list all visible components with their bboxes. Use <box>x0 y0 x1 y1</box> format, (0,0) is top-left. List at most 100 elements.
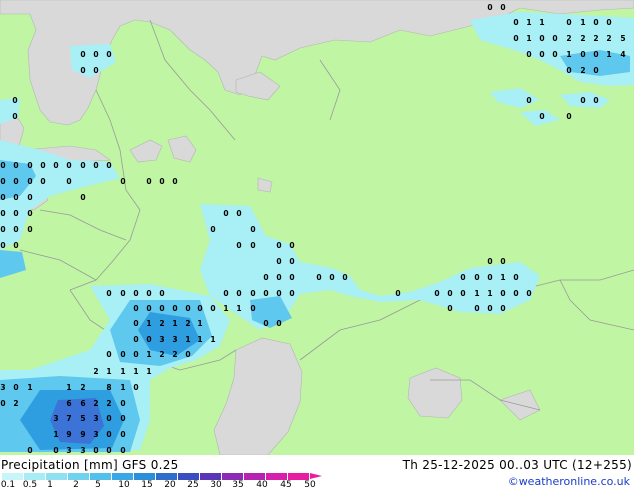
value-marker: 0 <box>223 209 228 218</box>
value-marker: 0 <box>0 209 5 218</box>
value-marker: 0 <box>80 66 85 75</box>
value-marker: 0 <box>146 177 151 186</box>
scale-tick-label: 15 <box>141 480 153 490</box>
value-marker: 0 <box>12 96 17 105</box>
scale-tick-label: 20 <box>164 480 176 490</box>
scale-tick-label: 1 <box>47 480 53 490</box>
value-marker: 0 <box>460 273 465 282</box>
value-marker: 0 <box>40 161 45 170</box>
value-marker: 0 <box>513 289 518 298</box>
value-marker: 0 <box>460 289 465 298</box>
value-marker: 0 <box>500 289 505 298</box>
scale-tick-label: 45 <box>280 480 292 490</box>
value-marker: 0 <box>539 50 544 59</box>
scale-swatch <box>244 473 266 480</box>
value-marker: 0 <box>146 304 151 313</box>
value-marker: 0 <box>93 446 98 455</box>
value-marker: 0 <box>250 241 255 250</box>
value-marker: 0 <box>27 161 32 170</box>
value-marker: 2 <box>185 319 190 328</box>
value-marker: 0 <box>172 304 177 313</box>
valid-time: Th 25-12-2025 00..03 UTC (12+255) <box>402 458 632 472</box>
value-marker: 0 <box>27 446 32 455</box>
value-marker: 0 <box>289 273 294 282</box>
value-marker: 0 <box>197 304 202 313</box>
value-marker: 0 <box>593 96 598 105</box>
scale-swatch <box>46 473 68 480</box>
value-marker: 0 <box>210 225 215 234</box>
value-marker: 1 <box>197 335 202 344</box>
value-marker: 0 <box>106 50 111 59</box>
value-marker: 0 <box>106 161 111 170</box>
value-marker: 0 <box>223 289 228 298</box>
value-marker: 3 <box>93 430 98 439</box>
value-marker: 2 <box>106 399 111 408</box>
value-marker: 0 <box>210 304 215 313</box>
value-marker: 0 <box>133 335 138 344</box>
scale-swatch <box>112 473 134 480</box>
scale-swatch <box>200 473 222 480</box>
value-marker: 0 <box>27 225 32 234</box>
scale-swatch <box>288 473 310 480</box>
value-marker: 0 <box>66 161 71 170</box>
value-marker: 2 <box>159 319 164 328</box>
value-marker: 0 <box>185 350 190 359</box>
value-marker: 0 <box>513 273 518 282</box>
value-marker: 1 <box>133 367 138 376</box>
scale-swatch <box>156 473 178 480</box>
value-marker: 0 <box>236 289 241 298</box>
value-marker: 0 <box>276 289 281 298</box>
value-marker: 0 <box>566 18 571 27</box>
value-marker: 0 <box>342 273 347 282</box>
value-marker: 4 <box>620 50 625 59</box>
value-marker: 0 <box>13 193 18 202</box>
scale-tick-label: 0.1 <box>0 480 16 490</box>
scale-tick-label: 0.5 <box>22 480 38 490</box>
value-marker: 0 <box>434 289 439 298</box>
value-marker: 2 <box>580 66 585 75</box>
value-marker: 0 <box>146 289 151 298</box>
value-marker: 0 <box>106 414 111 423</box>
precipitation-map: 0001101000100222250001001402000000000000… <box>0 0 634 455</box>
value-marker: 0 <box>487 3 492 12</box>
value-marker: 0 <box>263 273 268 282</box>
value-marker: 0 <box>474 304 479 313</box>
scale-swatch <box>68 473 90 480</box>
value-marker: 1 <box>120 367 125 376</box>
value-marker: 0 <box>593 50 598 59</box>
value-marker: 3 <box>0 383 5 392</box>
value-marker: 5 <box>620 34 625 43</box>
value-marker: 0 <box>526 96 531 105</box>
value-marker: 0 <box>133 289 138 298</box>
value-marker: 1 <box>526 18 531 27</box>
scale-swatch <box>222 473 244 480</box>
value-marker: 0 <box>159 289 164 298</box>
value-marker: 0 <box>80 193 85 202</box>
value-marker: 0 <box>172 177 177 186</box>
value-marker: 0 <box>487 257 492 266</box>
value-marker: 0 <box>500 304 505 313</box>
value-marker: 0 <box>120 414 125 423</box>
value-marker: 0 <box>474 273 479 282</box>
value-marker: 2 <box>13 399 18 408</box>
value-marker: 0 <box>263 289 268 298</box>
value-marker: 3 <box>93 414 98 423</box>
scale-tick-label: 30 <box>210 480 222 490</box>
scale-arrow-icon <box>310 473 322 479</box>
value-marker: 0 <box>513 18 518 27</box>
credit-link[interactable]: ©weatheronline.co.uk <box>508 475 630 489</box>
value-marker: 0 <box>0 161 5 170</box>
value-marker: 2 <box>159 350 164 359</box>
value-marker: 0 <box>566 112 571 121</box>
map-footer: Precipitation [mm] GFS 0.25 Th 25-12-202… <box>0 455 634 490</box>
value-marker: 0 <box>159 304 164 313</box>
value-marker: 0 <box>289 257 294 266</box>
value-marker: 3 <box>66 446 71 455</box>
value-marker: 0 <box>13 161 18 170</box>
value-marker: 0 <box>236 241 241 250</box>
value-marker: 0 <box>120 350 125 359</box>
scale-swatch <box>24 473 46 480</box>
value-marker: 0 <box>93 66 98 75</box>
scale-tick-label: 5 <box>95 480 101 490</box>
value-marker: 0 <box>120 289 125 298</box>
